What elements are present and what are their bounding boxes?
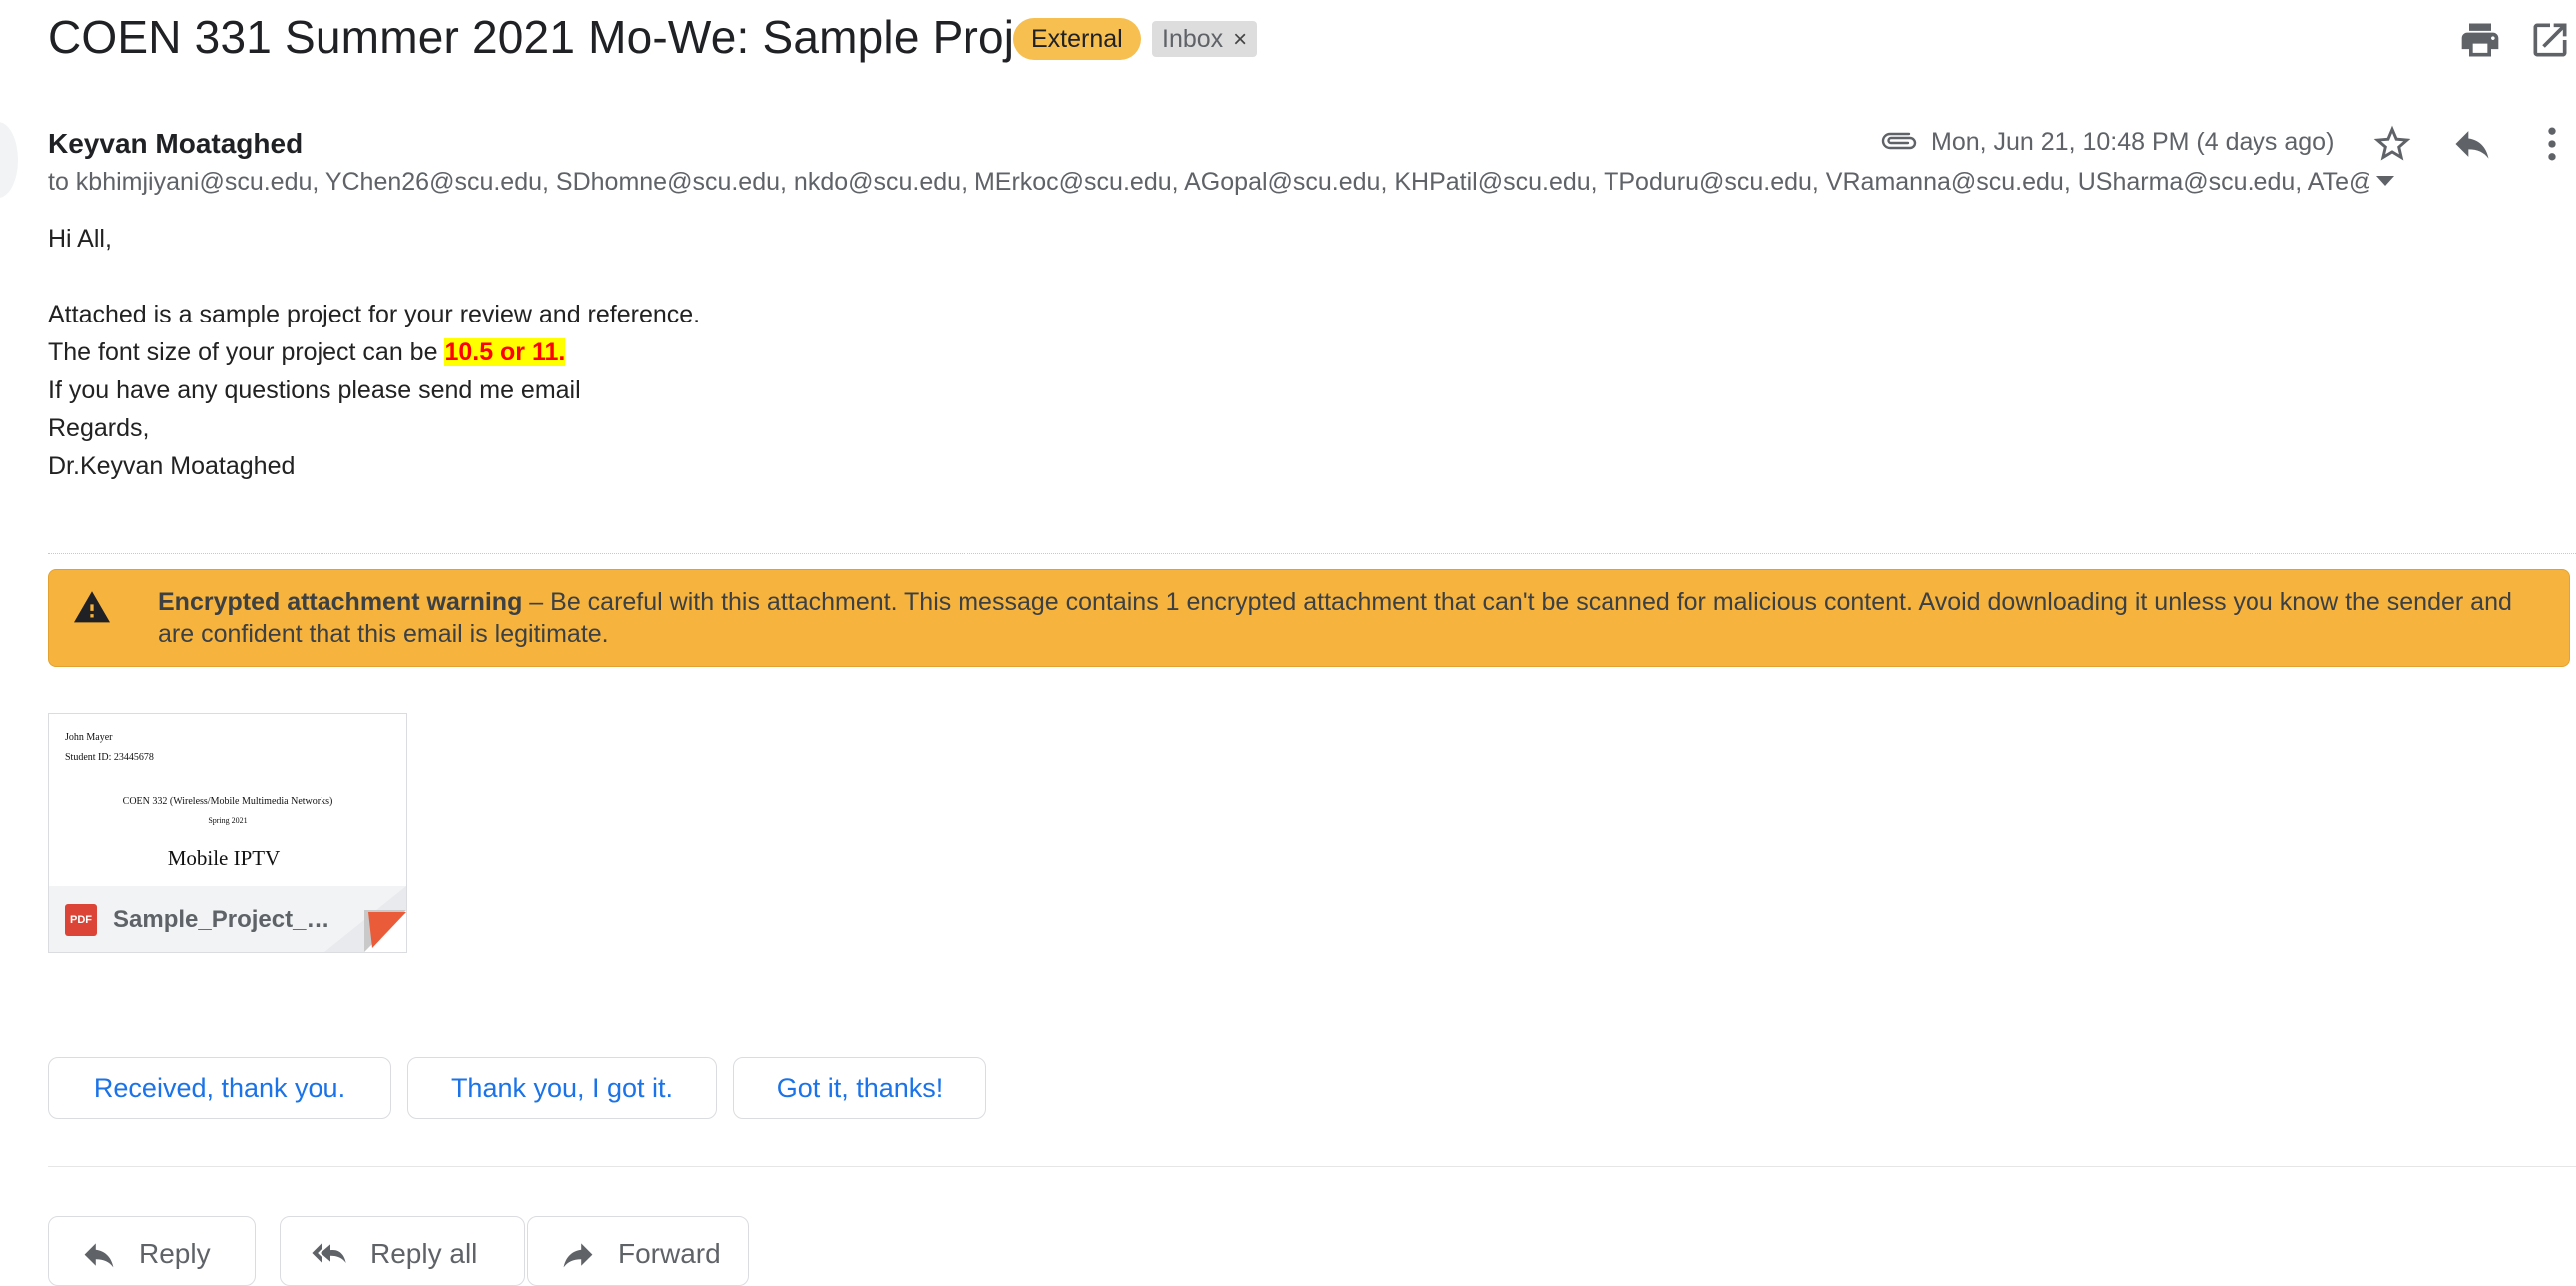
attachment-preview: John Mayer Student ID: 23445678 COEN 332… bbox=[49, 714, 406, 886]
sender-name[interactable]: Keyvan Moataghed bbox=[48, 128, 303, 160]
sender-avatar[interactable] bbox=[0, 122, 18, 198]
reply-all-icon bbox=[312, 1243, 346, 1263]
body-line-1: Attached is a sample project for your re… bbox=[48, 301, 701, 328]
open-in-new-window-icon[interactable] bbox=[2528, 18, 2572, 62]
smart-reply-1[interactable]: Received, thank you. bbox=[48, 1057, 391, 1119]
body-line-3: If you have any questions please send me… bbox=[48, 376, 581, 404]
preview-term: Spring 2021 bbox=[208, 816, 248, 825]
more-vert-icon[interactable] bbox=[2530, 122, 2574, 166]
warning-title: Encrypted attachment warning bbox=[158, 588, 523, 616]
print-icon[interactable] bbox=[2458, 18, 2502, 62]
body-line-2: The font size of your project can be 10.… bbox=[48, 333, 566, 371]
reply-all-label: Reply all bbox=[370, 1238, 478, 1269]
external-label: External bbox=[1013, 18, 1141, 60]
pdf-icon: PDF bbox=[65, 904, 97, 936]
paperclip-icon bbox=[1881, 132, 1917, 150]
warning-icon bbox=[74, 591, 110, 623]
remove-label-icon[interactable]: × bbox=[1233, 26, 1247, 53]
message-date: Mon, Jun 21, 10:48 PM (4 days ago) bbox=[1931, 128, 2335, 156]
attachment-filename: Sample_Project_M... bbox=[113, 906, 342, 933]
encrypted-attachment-warning: Encrypted attachment warning – Be carefu… bbox=[48, 569, 2570, 667]
preview-author: John Mayer bbox=[65, 732, 113, 743]
actions-divider bbox=[48, 1166, 2576, 1167]
highlighted-font-size: 10.5 or 11. bbox=[444, 338, 566, 366]
star-icon[interactable] bbox=[2370, 122, 2414, 166]
smart-reply-3[interactable]: Got it, thanks! bbox=[733, 1057, 986, 1119]
forward-arrow-icon bbox=[563, 1243, 593, 1268]
preview-course: COEN 332 (Wireless/Mobile Multimedia Net… bbox=[122, 796, 333, 807]
forward-label: Forward bbox=[618, 1238, 721, 1269]
body-line-4: Regards, bbox=[48, 414, 150, 442]
body-greeting: Hi All, bbox=[48, 225, 112, 253]
reply-icon[interactable] bbox=[2450, 122, 2494, 166]
reply-button[interactable]: Reply bbox=[48, 1216, 256, 1286]
inbox-label[interactable]: Inbox × bbox=[1152, 21, 1258, 57]
reply-all-button[interactable]: Reply all bbox=[280, 1216, 525, 1286]
email-subject: COEN 331 Summer 2021 Mo-We: Sample Proje… bbox=[48, 11, 1077, 63]
warning-text: Encrypted attachment warning – Be carefu… bbox=[158, 586, 2534, 650]
reply-arrow-icon bbox=[84, 1243, 114, 1268]
forward-button[interactable]: Forward bbox=[527, 1216, 749, 1286]
preview-title: Mobile IPTV bbox=[167, 846, 281, 870]
preview-student-id: Student ID: 23445678 bbox=[65, 752, 154, 763]
recipients-list: to kbhimjiyani@scu.edu, YChen26@scu.edu,… bbox=[48, 168, 2369, 196]
inbox-label-text: Inbox bbox=[1162, 25, 1224, 53]
show-details-icon[interactable] bbox=[2376, 176, 2394, 186]
body-line-2-text: The font size of your project can be bbox=[48, 338, 445, 366]
smart-reply-2[interactable]: Thank you, I got it. bbox=[407, 1057, 717, 1119]
reply-label: Reply bbox=[139, 1238, 211, 1269]
attachment-card[interactable]: John Mayer Student ID: 23445678 COEN 332… bbox=[48, 713, 407, 953]
page-fold-icon bbox=[324, 886, 406, 952]
body-divider bbox=[48, 553, 2576, 554]
body-signature: Dr.Keyvan Moataghed bbox=[48, 452, 296, 480]
